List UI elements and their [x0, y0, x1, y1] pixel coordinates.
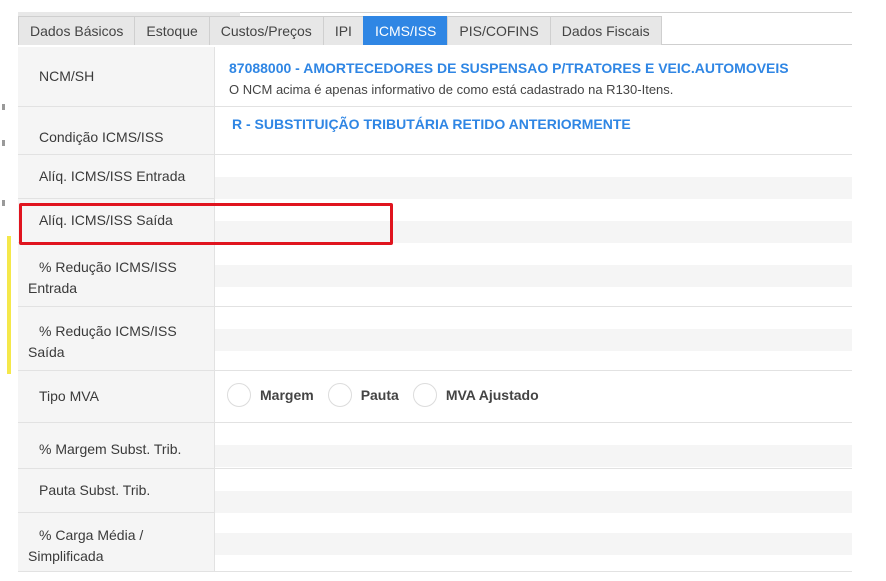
margem-st-input[interactable] — [215, 423, 852, 468]
left-edge — [0, 0, 12, 581]
input-band — [215, 329, 852, 351]
reducao-saida-input[interactable] — [215, 307, 852, 370]
row-margem-st: % Margem Subst. Trib. — [18, 423, 852, 469]
input-band — [215, 533, 852, 555]
row-aliq-entrada: Alíq. ICMS/ISS Entrada — [18, 155, 852, 199]
row-condicao: Condição ICMS/ISS R - SUBSTITUIÇÃO TRIBU… — [18, 107, 852, 155]
row-tipo-mva: Tipo MVA Margem Pauta MVA Ajustado — [18, 371, 852, 423]
radio-circle-icon[interactable] — [412, 383, 437, 407]
input-band — [215, 177, 852, 199]
reducao-saida-label: % Redução ICMS/ISS Saída — [18, 307, 215, 370]
tab-dados-basicos[interactable]: Dados Básicos — [18, 16, 136, 45]
tab-custos-precos[interactable]: Custos/Preços — [208, 16, 324, 45]
reducao-entrada-label: % Redução ICMS/ISS Entrada — [18, 243, 215, 306]
tipo-mva-value: Margem Pauta MVA Ajustado — [215, 371, 852, 422]
tipo-mva-radio-group: Margem Pauta MVA Ajustado — [227, 383, 553, 407]
ncm-code: 87088000 - AMORTECEDORES DE SUSPENSAO P/… — [229, 60, 789, 76]
radio-mva-ajustado[interactable]: MVA Ajustado — [412, 383, 539, 407]
ncm-label: NCM/SH — [18, 47, 215, 106]
radio-label: Margem — [260, 387, 314, 403]
aliq-entrada-label: Alíq. ICMS/ISS Entrada — [18, 155, 215, 198]
icms-form: NCM/SH 87088000 - AMORTECEDORES DE SUSPE… — [18, 47, 852, 572]
radio-margem[interactable]: Margem — [227, 383, 314, 407]
tab-estoque[interactable]: Estoque — [134, 16, 210, 45]
row-carga-media: % Carga Média / Simplificada — [18, 513, 852, 572]
row-ncm: NCM/SH 87088000 - AMORTECEDORES DE SUSPE… — [18, 47, 852, 107]
condicao-value: R - SUBSTITUIÇÃO TRIBUTÁRIA RETIDO ANTER… — [232, 116, 631, 132]
highlight-box — [19, 203, 393, 245]
radio-circle-icon[interactable] — [327, 383, 352, 407]
reducao-entrada-input[interactable] — [215, 243, 852, 306]
margem-st-label: % Margem Subst. Trib. — [18, 423, 215, 468]
pauta-st-label: Pauta Subst. Trib. — [18, 469, 215, 512]
tab-pis-cofins[interactable]: PIS/COFINS — [447, 16, 551, 45]
page: Dados Básicos Estoque Custos/Preços IPI … — [0, 0, 886, 581]
aliq-entrada-input[interactable] — [215, 155, 852, 199]
pauta-st-input[interactable] — [215, 469, 852, 513]
carga-media-label: % Carga Média / Simplificada — [18, 513, 215, 571]
radio-label: MVA Ajustado — [445, 387, 539, 403]
carga-media-input[interactable] — [215, 513, 852, 571]
input-band — [215, 445, 852, 467]
row-reducao-saida: % Redução ICMS/ISS Saída — [18, 307, 852, 371]
tab-dados-fiscais[interactable]: Dados Fiscais — [549, 16, 662, 45]
tab-bar: Dados Básicos Estoque Custos/Preços IPI … — [18, 16, 852, 45]
ncm-value: 87088000 - AMORTECEDORES DE SUSPENSAO P/… — [215, 47, 852, 106]
input-band — [215, 265, 852, 287]
radio-label: Pauta — [360, 387, 399, 403]
tipo-mva-label: Tipo MVA — [18, 371, 215, 422]
condicao-value-cell[interactable]: R - SUBSTITUIÇÃO TRIBUTÁRIA RETIDO ANTER… — [215, 107, 852, 154]
input-band — [215, 491, 852, 513]
ncm-note: O NCM acima é apenas informativo de como… — [229, 82, 674, 97]
radio-pauta[interactable]: Pauta — [327, 383, 399, 407]
row-reducao-entrada: % Redução ICMS/ISS Entrada — [18, 243, 852, 307]
row-pauta-st: Pauta Subst. Trib. — [18, 469, 852, 513]
tab-ipi[interactable]: IPI — [322, 16, 364, 45]
condicao-label: Condição ICMS/ISS — [18, 107, 215, 154]
radio-circle-icon[interactable] — [227, 383, 251, 407]
yellow-marker — [7, 236, 11, 374]
tab-icms-iss[interactable]: ICMS/ISS — [362, 16, 449, 45]
